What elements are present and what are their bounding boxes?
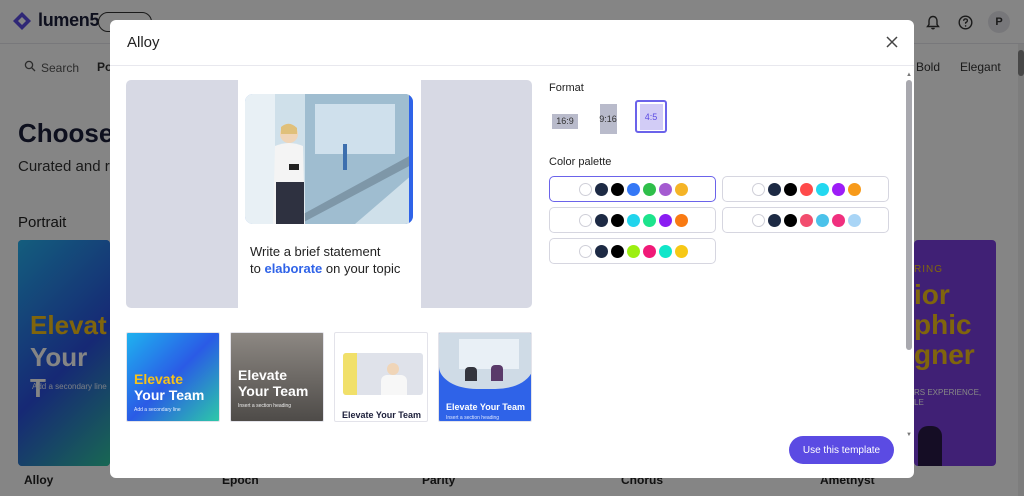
preview-statement: Write a brief statement to elaborate on … xyxy=(250,243,418,277)
format-4-5-label: 4:5 xyxy=(639,103,663,130)
palette-color-swatch xyxy=(752,182,765,196)
thumb-1-line-2: Your Team xyxy=(134,387,205,403)
palette-color-swatch xyxy=(816,182,829,196)
palette-color-swatch xyxy=(627,182,640,196)
format-9-16-label: 9:16 xyxy=(599,104,617,134)
scroll-down-arrow-icon[interactable]: ▼ xyxy=(906,432,912,438)
color-palette-option-1[interactable] xyxy=(549,176,716,202)
palette-color-swatch xyxy=(595,213,608,227)
format-label: Format xyxy=(549,82,584,94)
template-preview-modal: Alloy Write a brief statement to elabora… xyxy=(110,20,914,478)
preview-slide: Write a brief statement to elaborate on … xyxy=(238,80,421,308)
modal-scrollbar-thumb[interactable] xyxy=(906,80,912,350)
palette-color-swatch xyxy=(627,213,640,227)
palette-color-swatch xyxy=(848,213,861,227)
thumb-4-photo xyxy=(439,333,531,389)
scroll-up-arrow-icon[interactable]: ▲ xyxy=(906,72,912,78)
slide-thumbnail-1[interactable]: Elevate Your Team Add a secondary line xyxy=(126,332,220,422)
modal-title: Alloy xyxy=(127,34,160,51)
format-option-16-9[interactable]: 16:9 xyxy=(549,106,581,136)
slide-thumbnail-4[interactable]: Elevate Your Team Insert a section headi… xyxy=(438,332,532,422)
modal-scrollbar[interactable]: ▲ ▼ xyxy=(906,72,912,438)
modal-header: Alloy xyxy=(110,20,914,66)
preview-photo xyxy=(245,94,413,224)
palette-color-swatch xyxy=(800,213,813,227)
palette-color-swatch xyxy=(800,182,813,196)
format-option-9-16[interactable]: 9:16 xyxy=(591,102,625,136)
palette-color-swatch xyxy=(768,182,781,196)
palette-color-swatch xyxy=(832,182,845,196)
palette-color-swatch xyxy=(643,182,656,196)
template-preview: Write a brief statement to elaborate on … xyxy=(126,80,532,308)
color-palette-option-5[interactable] xyxy=(549,238,716,264)
palette-color-swatch xyxy=(579,213,592,227)
thumb-3-title: Elevate Your Team xyxy=(342,410,422,420)
palette-color-swatch xyxy=(611,182,624,196)
palette-color-swatch xyxy=(832,213,845,227)
palette-color-swatch xyxy=(675,213,688,227)
preview-text-highlight: elaborate xyxy=(264,261,323,276)
palette-color-swatch xyxy=(579,182,592,196)
palette-color-swatch xyxy=(659,244,672,258)
palette-color-swatch xyxy=(816,213,829,227)
palette-color-swatch xyxy=(675,244,688,258)
thumb-1-line-1: Elevate xyxy=(134,371,184,387)
thumb-2-line-2: Your Team xyxy=(238,383,309,399)
thumb-3-photo xyxy=(343,353,423,395)
thumb-1-caption: Add a secondary line xyxy=(134,407,181,413)
thumb-4-title: Elevate Your Team xyxy=(446,402,526,412)
palette-color-swatch xyxy=(611,244,624,258)
palette-color-swatch xyxy=(848,182,861,196)
palette-color-swatch xyxy=(611,213,624,227)
palette-color-swatch xyxy=(627,244,640,258)
palette-color-swatch xyxy=(752,213,765,227)
close-icon[interactable] xyxy=(884,34,900,50)
thumb-4-caption: Insert a section heading xyxy=(446,415,500,421)
color-palette-option-2[interactable] xyxy=(722,176,889,202)
slide-thumbnail-2[interactable]: Elevate Your Team Insert a section headi… xyxy=(230,332,324,422)
thumb-2-line-1: Elevate xyxy=(238,367,288,383)
palette-color-swatch xyxy=(675,182,688,196)
color-palette-label: Color palette xyxy=(549,156,612,168)
palette-color-swatch xyxy=(579,244,592,258)
palette-color-swatch xyxy=(659,182,672,196)
palette-color-swatch xyxy=(643,244,656,258)
thumb-2-caption: Insert a section heading xyxy=(238,403,292,409)
preview-text-suffix: on your topic xyxy=(322,261,401,276)
preview-photo-accent xyxy=(409,94,413,224)
palette-color-swatch xyxy=(784,213,797,227)
preview-text-prefix: to xyxy=(250,261,265,276)
preview-text-line-1: Write a brief statement xyxy=(250,244,381,259)
palette-color-swatch xyxy=(659,213,672,227)
slide-thumbnails: Elevate Your Team Add a secondary line E… xyxy=(126,332,532,422)
palette-color-swatch xyxy=(643,213,656,227)
color-palette-option-3[interactable] xyxy=(549,207,716,233)
use-this-template-button[interactable]: Use this template xyxy=(789,436,894,464)
palette-color-swatch xyxy=(768,213,781,227)
palette-color-swatch xyxy=(784,182,797,196)
format-16-9-label: 16:9 xyxy=(552,113,578,129)
palette-color-swatch xyxy=(595,182,608,196)
slide-thumbnail-3[interactable]: Elevate Your Team xyxy=(334,332,428,422)
color-palette-option-4[interactable] xyxy=(722,207,889,233)
format-option-4-5[interactable]: 4:5 xyxy=(635,100,667,133)
palette-color-swatch xyxy=(595,244,608,258)
